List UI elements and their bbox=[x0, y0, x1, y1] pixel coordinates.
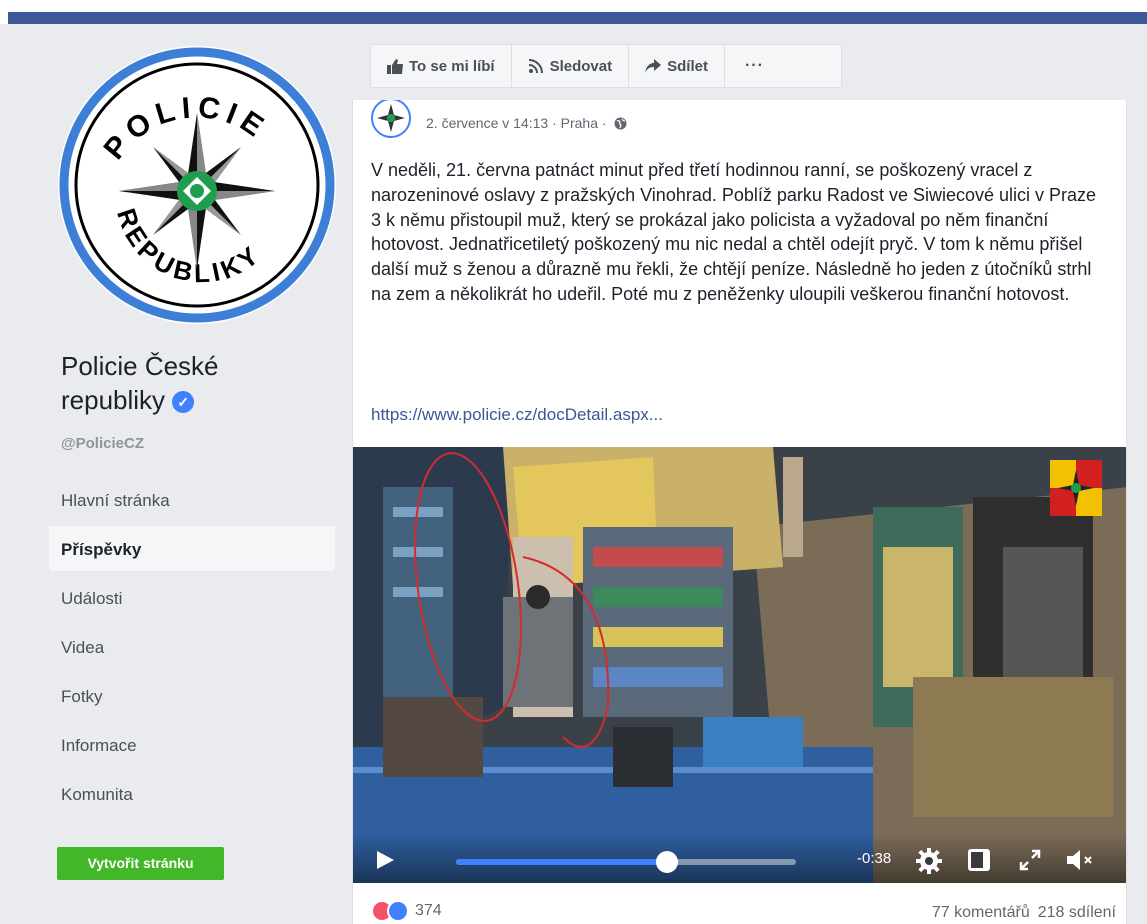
share-label: Sdílet bbox=[667, 57, 708, 75]
verified-badge-icon: ✓ bbox=[172, 391, 195, 413]
follow-label: Sledovat bbox=[549, 57, 613, 75]
nav-item-videos[interactable]: Videa bbox=[49, 624, 335, 669]
like-reaction-icon bbox=[387, 900, 409, 922]
video-progress-bar[interactable] bbox=[456, 851, 796, 873]
page-action-bar: To se mi líbí Sledovat Sdílet ··· bbox=[370, 44, 842, 88]
post-location[interactable]: Praha bbox=[561, 115, 598, 131]
police-star-icon bbox=[377, 104, 405, 132]
reactions-summary[interactable]: 374 bbox=[371, 900, 442, 922]
page-profile-picture[interactable]: POLICIE REPUBLIKY bbox=[58, 46, 336, 324]
comments-count-link[interactable]: 77 komentářů bbox=[932, 904, 1030, 921]
post-date[interactable]: 2. července v 14:13 bbox=[426, 115, 548, 131]
nav-item-community[interactable]: Komunita bbox=[49, 771, 335, 816]
post-text: V neděli, 21. června patnáct minut před … bbox=[371, 160, 1097, 304]
page-title-line1: Policie České bbox=[61, 351, 219, 381]
post-card: 2. července v 14:13 · Praha · V neděli, … bbox=[352, 100, 1127, 924]
post-stats: 77 komentářů 218 sdílení bbox=[924, 904, 1116, 922]
video-frame-image bbox=[353, 447, 1126, 883]
nav-item-about[interactable]: Informace bbox=[49, 722, 335, 767]
post-link[interactable]: https://www.policie.cz/docDetail.aspx... bbox=[371, 405, 663, 425]
page-title-line2: republiky bbox=[61, 385, 166, 415]
page-sidebar: POLICIE REPUBLIKY Policie České republik… bbox=[0, 24, 350, 924]
page-handle[interactable]: @PolicieCZ bbox=[61, 435, 144, 452]
nav-item-posts[interactable]: Příspěvky bbox=[49, 526, 335, 571]
settings-gear-icon[interactable] bbox=[916, 848, 942, 874]
police-emblem-icon bbox=[1050, 460, 1102, 516]
police-logo-icon: POLICIE REPUBLIKY bbox=[59, 47, 335, 323]
nav-item-photos[interactable]: Fotky bbox=[49, 673, 335, 718]
share-button[interactable]: Sdílet bbox=[629, 45, 725, 87]
more-options-button[interactable]: ··· bbox=[725, 45, 784, 87]
nav-item-events[interactable]: Události bbox=[49, 575, 335, 620]
video-scrubber-handle[interactable] bbox=[655, 851, 678, 873]
rss-icon bbox=[528, 59, 543, 74]
share-arrow-icon bbox=[645, 59, 662, 73]
like-page-button[interactable]: To se mi líbí bbox=[371, 45, 512, 87]
brand-stripe bbox=[8, 12, 1147, 24]
video-time-remaining: -0:38 bbox=[857, 850, 892, 867]
globe-icon[interactable] bbox=[614, 117, 627, 130]
page-title[interactable]: Policie České republiky ✓ bbox=[61, 349, 341, 417]
nav-item-home[interactable]: Hlavní stránka bbox=[49, 477, 335, 522]
reaction-count: 374 bbox=[415, 902, 442, 919]
volume-muted-icon[interactable] bbox=[1065, 848, 1095, 872]
video-controls: -0:38 bbox=[353, 833, 1126, 883]
thumbs-up-icon bbox=[387, 58, 403, 74]
fullscreen-icon[interactable] bbox=[1018, 848, 1042, 872]
create-page-button[interactable]: Vytvořit stránku bbox=[57, 847, 224, 880]
mini-player-icon[interactable] bbox=[967, 848, 991, 872]
post-footer: 374 77 komentářů 218 sdílení bbox=[353, 898, 1126, 924]
page-nav: Hlavní stránka Příspěvky Události Videa … bbox=[49, 477, 335, 820]
play-icon[interactable] bbox=[375, 850, 395, 870]
shares-count-link[interactable]: 218 sdílení bbox=[1038, 904, 1116, 921]
post-meta: 2. července v 14:13 · Praha · bbox=[426, 115, 627, 131]
like-page-label: To se mi líbí bbox=[409, 57, 495, 75]
video-progress-fill bbox=[456, 859, 667, 865]
top-bar bbox=[0, 0, 1147, 24]
video-player[interactable]: -0:38 bbox=[353, 447, 1126, 883]
meta-separator-2: · bbox=[598, 115, 611, 131]
meta-separator: · bbox=[548, 115, 561, 131]
post-author-avatar[interactable] bbox=[371, 100, 411, 138]
follow-button[interactable]: Sledovat bbox=[512, 45, 630, 87]
